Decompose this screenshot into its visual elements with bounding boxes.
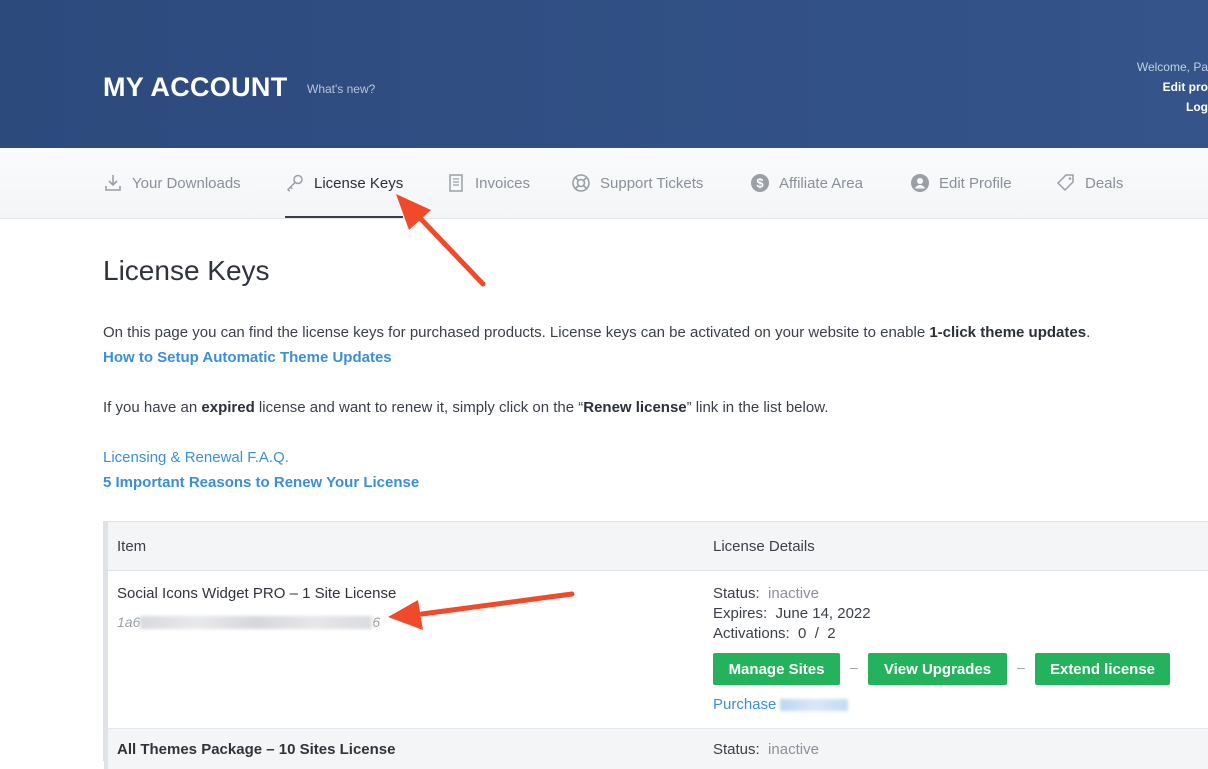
tab-label: Your Downloads [132, 174, 241, 192]
manage-sites-button[interactable]: Manage Sites [713, 653, 840, 685]
edit-profile-link[interactable]: Edit pro [1163, 80, 1208, 94]
setup-updates-link[interactable]: How to Setup Automatic Theme Updates [103, 349, 392, 366]
view-upgrades-button[interactable]: View Upgrades [868, 653, 1007, 685]
download-icon [103, 173, 123, 193]
redacted-purchase-id [780, 698, 849, 711]
table-row: Social Icons Widget PRO – 1 Site License… [104, 571, 1208, 729]
tab-deals[interactable]: Deals [1056, 148, 1123, 218]
expires-value: June 14, 2022 [775, 605, 871, 622]
user-icon [910, 173, 930, 193]
license-table: Item License Details Social Icons Widget… [103, 521, 1208, 769]
intro-text: On this page you can find the license ke… [103, 324, 1091, 341]
extend-license-button[interactable]: Extend license [1035, 653, 1170, 685]
status-value: inactive [768, 741, 819, 758]
faq-link[interactable]: Licensing & Renewal F.A.Q. [103, 449, 289, 466]
tab-license-keys[interactable]: License Keys [285, 148, 404, 218]
separator: – [1017, 659, 1025, 675]
lifebuoy-icon [571, 173, 591, 193]
welcome-text: Welcome, Pa [1136, 60, 1208, 74]
table-row: All Themes Package – 10 Sites License St… [104, 729, 1208, 769]
redacted-key [140, 615, 373, 629]
tab-label: Support Tickets [600, 174, 704, 192]
account-nav: Your Downloads License Keys Invoices Sup… [0, 148, 1208, 219]
tab-your-downloads[interactable]: Your Downloads [103, 148, 241, 218]
tab-edit-profile[interactable]: Edit Profile [910, 148, 1012, 218]
key-icon [285, 173, 305, 193]
separator: – [850, 659, 858, 675]
tab-label: License Keys [314, 174, 404, 192]
renew-reasons-link[interactable]: 5 Important Reasons to Renew Your Licens… [103, 474, 419, 491]
tab-label: Deals [1085, 174, 1124, 192]
tab-affiliate-area[interactable]: $ Affiliate Area [750, 148, 863, 218]
item-name: All Themes Package – 10 Sites License [117, 741, 396, 758]
whats-new-link[interactable]: What's new? [307, 82, 375, 96]
column-header-details: License Details [713, 538, 815, 555]
tab-invoices[interactable]: Invoices [446, 148, 530, 218]
item-name: Social Icons Widget PRO – 1 Site License [117, 585, 397, 602]
tag-icon [1056, 173, 1076, 193]
tab-label: Invoices [475, 174, 531, 192]
logout-link[interactable]: Log [1186, 100, 1208, 114]
activations-value: 0 / 2 [798, 625, 836, 642]
svg-text:$: $ [756, 176, 764, 191]
tab-label: Edit Profile [939, 174, 1012, 192]
dollar-icon: $ [750, 173, 770, 193]
expires-line: Expires: June 14, 2022 [713, 605, 871, 622]
account-header: MY ACCOUNT What's new? Welcome, Pa Edit … [0, 0, 1208, 148]
status-line: Status: inactive [713, 585, 819, 602]
status-value: inactive [768, 585, 819, 602]
license-key[interactable]: 1a6 6 [117, 614, 380, 630]
tab-support-tickets[interactable]: Support Tickets [571, 148, 703, 218]
invoice-icon [446, 173, 466, 193]
status-line: Status: inactive [713, 741, 819, 758]
activations-line: Activations: 0 / 2 [713, 625, 836, 642]
expired-text: If you have an expired license and want … [103, 399, 829, 416]
column-header-item: Item [117, 538, 147, 555]
page-title: License Keys [103, 255, 270, 286]
purchase-link[interactable]: Purchase [713, 696, 849, 713]
page-header-title: MY ACCOUNT [103, 72, 288, 102]
tab-label: Affiliate Area [779, 174, 863, 192]
table-header: Item License Details [104, 522, 1208, 571]
